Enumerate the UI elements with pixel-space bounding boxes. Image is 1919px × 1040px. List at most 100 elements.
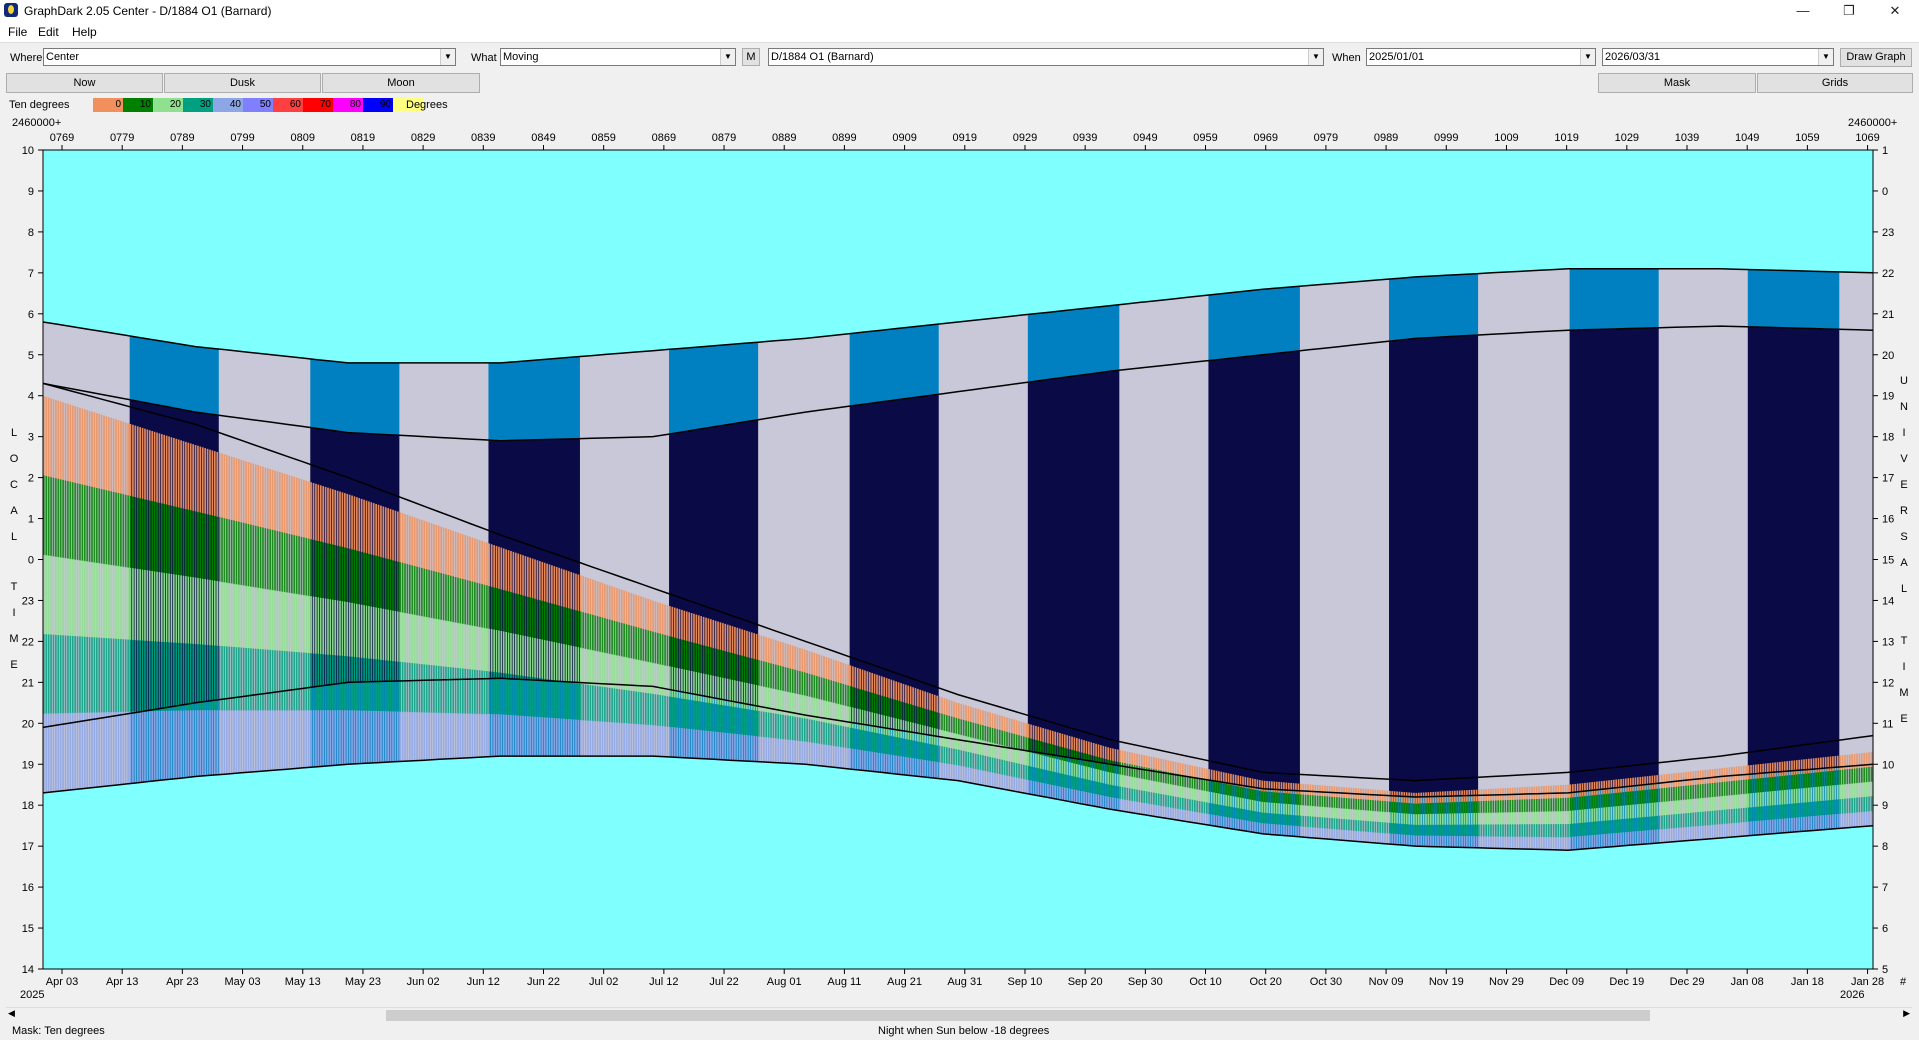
local-time-label: 16 <box>22 882 34 894</box>
chevron-down-icon[interactable]: ▼ <box>1818 49 1833 65</box>
universal-time-label: 12 <box>1882 677 1894 689</box>
universal-time-label: 16 <box>1882 514 1894 526</box>
date-tick-label: Jun 02 <box>407 976 440 988</box>
query-toolbar: Where Center ▼ What Moving ▼ M D/1884 O1 (… <box>0 46 1919 70</box>
chevron-down-icon[interactable]: ▼ <box>440 49 455 65</box>
local-time-label: 18 <box>22 800 34 812</box>
where-select[interactable]: Center ▼ <box>43 48 456 66</box>
local-time-label: 7 <box>28 268 34 280</box>
local-time-label: 3 <box>28 432 34 444</box>
universal-time-label: 15 <box>1882 555 1894 567</box>
jd-tick-label: 1059 <box>1795 132 1819 144</box>
minimize-button[interactable]: — <box>1780 0 1826 22</box>
date-tick-label: Dec 09 <box>1549 976 1584 988</box>
local-time-axis-letter: M <box>9 633 18 645</box>
jd-tick-label: 0769 <box>50 132 74 144</box>
mask-button[interactable]: Mask <box>1598 73 1756 93</box>
date-tick-label: Jul 22 <box>709 976 738 988</box>
view-buttons: Now Dusk Moon Mask Grids <box>0 72 1919 94</box>
chevron-down-icon[interactable]: ▼ <box>720 49 735 65</box>
dusk-button[interactable]: Dusk <box>164 73 321 93</box>
darkness-chart[interactable]: 2460000+ 2460000+0769 0779 0789 0799 0809 0819… <box>0 114 1919 1006</box>
legend-swatch: 30 <box>183 98 213 112</box>
universal-time-label: 18 <box>1882 432 1894 444</box>
date-tick-label: Dec 29 <box>1670 976 1705 988</box>
date-tick-label: Jun 12 <box>467 976 500 988</box>
object-select[interactable]: D/1884 O1 (Barnard) ▼ <box>768 48 1324 66</box>
legend-swatch: 70 <box>303 98 333 112</box>
moon-button[interactable]: Moon <box>322 73 480 93</box>
jd-tick-label: 0809 <box>291 132 315 144</box>
universal-time-label: 13 <box>1882 636 1894 648</box>
jd-tick-label: 0789 <box>170 132 194 144</box>
jd-tick-label: 0979 <box>1314 132 1338 144</box>
jd-tick-label: 1049 <box>1735 132 1759 144</box>
date-tick-label: Dec 19 <box>1609 976 1644 988</box>
date-tick-label: Jan 28 <box>1851 976 1884 988</box>
scroll-right-icon[interactable]: ▶ <box>1903 1008 1910 1019</box>
date-tick-label: Oct 10 <box>1189 976 1221 988</box>
date-tick-label: Jan 18 <box>1791 976 1824 988</box>
close-button[interactable]: ✕ <box>1872 0 1918 22</box>
jd-tick-label: 0869 <box>652 132 676 144</box>
jd-tick-label: 0839 <box>471 132 495 144</box>
local-time-axis-letter: C <box>10 479 18 491</box>
local-time-axis-letter: E <box>10 659 17 671</box>
jd-tick-label: 0969 <box>1253 132 1277 144</box>
menu-edit[interactable]: Edit <box>38 25 59 39</box>
universal-time-label: 9 <box>1882 800 1888 812</box>
jd-tick-label: 0879 <box>712 132 736 144</box>
universal-time-label: 23 <box>1882 227 1894 239</box>
chart-panel: 2460000+ 2460000+ 0769 0779 0789 0799 0809 0819… <box>0 114 1919 1006</box>
jd-tick-label: 1069 <box>1855 132 1879 144</box>
start-date-select[interactable]: 2025/01/01 ▼ <box>1366 48 1596 66</box>
legend-swatch: 40 <box>213 98 243 112</box>
scroll-thumb[interactable] <box>386 1010 1650 1021</box>
universal-time-label: 1 <box>1882 145 1888 157</box>
legend-swatch: 10 <box>123 98 153 112</box>
maximize-button[interactable]: ❐ <box>1826 0 1872 22</box>
jd-tick-label: 0859 <box>591 132 615 144</box>
jd-tick-label: 0819 <box>351 132 375 144</box>
jd-tick-label: 1039 <box>1675 132 1699 144</box>
date-tick-label: Nov 29 <box>1489 976 1524 988</box>
jd-tick-label: 0989 <box>1374 132 1398 144</box>
menu-file[interactable]: File <box>8 25 27 39</box>
scroll-left-icon[interactable]: ◀ <box>8 1008 15 1019</box>
altitude-legend: Ten degrees 0 10 20 30 40 50 60 70 80 90 Degrees <box>0 96 1919 114</box>
status-mask: Mask: Ten degrees <box>12 1025 105 1037</box>
when-label: When <box>1332 52 1361 64</box>
universal-time-axis-letter: N <box>1900 401 1908 413</box>
date-tick-label: Aug 11 <box>827 976 861 988</box>
local-time-label: 23 <box>22 595 34 607</box>
local-time-label: 8 <box>28 227 34 239</box>
legend-swatch: 90 <box>363 98 393 112</box>
what-label: What <box>471 52 497 64</box>
date-tick-label: Jan 08 <box>1731 976 1764 988</box>
menu-help[interactable]: Help <box>72 25 97 39</box>
date-tick-label: Apr 03 <box>46 976 78 988</box>
jd-tick-label: 0939 <box>1073 132 1097 144</box>
object-value: D/1884 O1 (Barnard) <box>771 51 874 63</box>
universal-time-axis-letter: T <box>1901 635 1908 647</box>
jd-tick-label: 0929 <box>1013 132 1037 144</box>
legend-swatch: 60 <box>273 98 303 112</box>
local-time-label: 15 <box>22 923 34 935</box>
m-button[interactable]: M <box>742 48 760 66</box>
end-date-select[interactable]: 2026/03/31 ▼ <box>1602 48 1834 66</box>
chevron-down-icon[interactable]: ▼ <box>1580 49 1595 65</box>
universal-time-label: 20 <box>1882 350 1894 362</box>
jd-prefix-right: 2460000+ <box>1848 117 1897 129</box>
window-title: GraphDark 2.05 Center - D/1884 O1 (Barna… <box>24 4 272 18</box>
what-select[interactable]: Moving ▼ <box>500 48 736 66</box>
horizontal-scrollbar[interactable]: ◀ ▶ <box>6 1007 1912 1023</box>
chevron-down-icon[interactable]: ▼ <box>1308 49 1323 65</box>
draw-graph-button[interactable]: Draw Graph <box>1840 48 1912 67</box>
local-time-label: 6 <box>28 309 34 321</box>
grids-button[interactable]: Grids <box>1757 73 1913 93</box>
universal-time-label: 22 <box>1882 268 1894 280</box>
universal-time-axis-letter: V <box>1900 453 1908 465</box>
now-button[interactable]: Now <box>6 73 163 93</box>
year-left-label: 2025 <box>20 989 44 1001</box>
universal-time-label: 21 <box>1882 309 1894 321</box>
